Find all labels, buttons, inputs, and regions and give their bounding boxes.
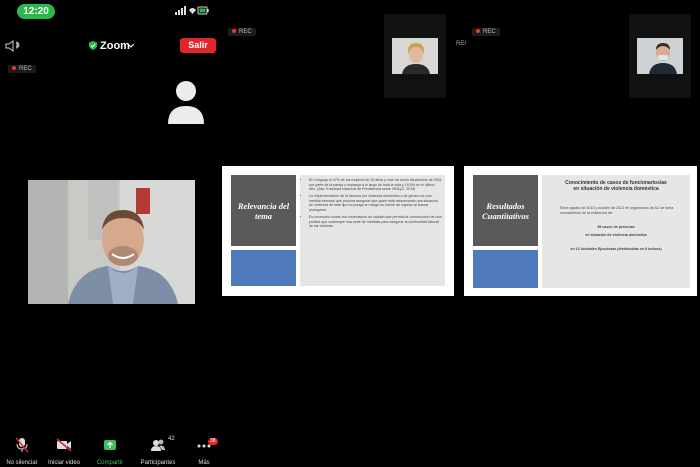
- phone-meeting-panel: 12:20 Zoom Salir REC No silenciar Inicia…: [0, 0, 221, 467]
- slide-bullet: La implementación de la licencia por vio…: [309, 194, 442, 212]
- more-button[interactable]: 38 Más: [184, 437, 224, 466]
- mic-muted-icon: [15, 437, 29, 453]
- shield-check-icon: [89, 41, 97, 50]
- speaker-video-frame: [28, 180, 195, 304]
- rec-indicator: REC: [472, 28, 500, 36]
- more-label: Más: [198, 460, 210, 466]
- share-label: Compartir: [96, 460, 124, 466]
- presentation-slide: Relevancia del tema En Uruguay el 47% de…: [222, 166, 454, 296]
- rec-dot-icon: [476, 29, 480, 34]
- participant-video-frame: [392, 38, 438, 74]
- slide-bullet: En Uruguay el 47% de las mujeres de 15 a…: [309, 178, 442, 192]
- leave-button[interactable]: Salir: [180, 38, 216, 53]
- rec-label: REC: [483, 29, 496, 35]
- meeting-title[interactable]: Zoom: [100, 40, 130, 52]
- slide-blue-block: [231, 250, 296, 286]
- rec-indicator: REC: [8, 65, 36, 73]
- start-video-label: Iniciar video: [47, 460, 80, 466]
- slide-text-box: Conocimiento de casos de funcionarios/as…: [542, 175, 690, 288]
- signal-wifi-battery-icon: [175, 6, 209, 15]
- status-bar: 12:20: [0, 0, 221, 24]
- share-button[interactable]: Compartir: [88, 437, 132, 466]
- rec-label: REC: [239, 29, 252, 35]
- chevron-down-icon[interactable]: [128, 44, 134, 48]
- unmute-label: No silenciar: [6, 460, 38, 466]
- video-off-icon: [56, 438, 72, 452]
- clock-pill: 12:20: [17, 4, 55, 19]
- slide-bullet: Es necesario contar con información de c…: [309, 215, 442, 229]
- more-badge: 38: [208, 438, 218, 445]
- unmute-button[interactable]: No silenciar: [0, 437, 44, 466]
- rei-label: REI: [456, 41, 467, 47]
- slide-heading: Conocimiento de casos de funcionarios/as…: [542, 180, 690, 192]
- active-speaker-video[interactable]: [28, 180, 195, 304]
- participant-video: [637, 38, 683, 74]
- presentation-slide: Resultados Cuantitativos Conocimiento de…: [464, 166, 697, 296]
- slide-blue-block: [473, 250, 538, 288]
- avatar-placeholder-icon: [168, 81, 204, 124]
- participant-thumbnail[interactable]: [629, 14, 691, 98]
- share-icon: [104, 440, 116, 450]
- participant-thumbnail[interactable]: [384, 14, 446, 98]
- participants-button[interactable]: 42 Participantes: [134, 436, 182, 466]
- slide-heading-line: en situación de violencia doméstica: [573, 186, 659, 192]
- slide-bullet: Entre agosto de 2013 y octubre de 2021 e…: [560, 206, 674, 215]
- slide-title: Relevancia del tema: [231, 175, 296, 246]
- status-icons: [175, 6, 209, 17]
- rec-dot-icon: [232, 29, 236, 34]
- slide-footer-line: en 12 Unidades Ejecutoras (distribuidas …: [570, 247, 662, 252]
- speaker-bluetooth-icon[interactable]: [5, 39, 21, 53]
- slide-highlight: 35 casos de personas en situación de vio…: [542, 225, 690, 237]
- meeting-toolbar: No silenciar Iniciar video Compartir 42 …: [0, 436, 224, 467]
- zoom-top-bar: Zoom Salir: [0, 36, 221, 56]
- participants-count: 42: [168, 436, 175, 442]
- participants-label: Participantes: [140, 460, 176, 466]
- slide-highlight-line: en situación de violencia doméstica: [585, 232, 647, 237]
- rec-indicator: REC: [228, 28, 256, 36]
- rec-dot-icon: [12, 66, 16, 71]
- start-video-button[interactable]: Iniciar video: [42, 437, 86, 466]
- slide-content: Relevancia del tema En Uruguay el 47% de…: [228, 172, 448, 290]
- rec-label: REC: [19, 66, 32, 72]
- slide-highlight-line: 35 casos de personas: [597, 225, 635, 230]
- participants-icon: [151, 439, 165, 451]
- participant-video: [392, 38, 438, 74]
- slide-title: Resultados Cuantitativos: [473, 175, 538, 246]
- participant-video-frame: [637, 38, 683, 74]
- slide-content: Resultados Cuantitativos Conocimiento de…: [470, 172, 691, 290]
- slide-text-box: En Uruguay el 47% de las mujeres de 15 a…: [300, 175, 445, 286]
